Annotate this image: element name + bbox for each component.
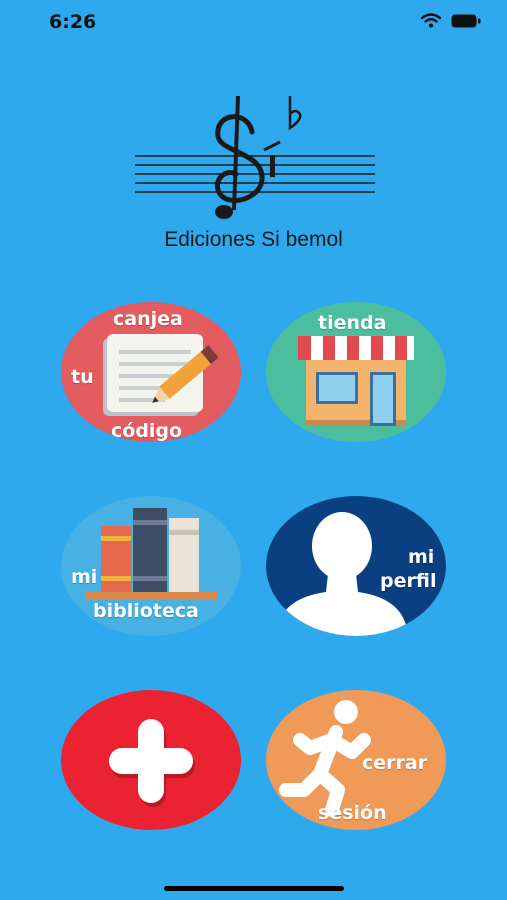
- logout-label-line1: cerrar: [362, 752, 428, 774]
- redeem-label-line3: código: [111, 420, 183, 442]
- redeem-code-button[interactable]: canjea tu código: [61, 302, 241, 442]
- redeem-label-line2: tu: [71, 366, 94, 388]
- profile-label-line2: perfil: [380, 570, 437, 592]
- status-icons: [420, 13, 481, 33]
- status-bar: 6:26: [0, 0, 507, 44]
- logout-label-line2: sesión: [318, 802, 387, 824]
- plus-icon: [61, 690, 241, 830]
- profile-label-line1: mi: [408, 546, 435, 568]
- logout-button[interactable]: cerrar sesión: [266, 690, 446, 830]
- wifi-icon: [420, 13, 442, 33]
- library-label-line2: biblioteca: [93, 600, 199, 622]
- store-button[interactable]: tienda: [266, 302, 446, 442]
- battery-icon: [451, 14, 481, 33]
- redeem-label-line1: canjea: [113, 308, 183, 330]
- store-label: tienda: [318, 312, 387, 334]
- profile-button[interactable]: mi perfil: [266, 496, 446, 636]
- status-time: 6:26: [49, 11, 97, 33]
- library-label-line1: mi: [71, 566, 98, 588]
- home-indicator[interactable]: [164, 886, 344, 891]
- library-button[interactable]: mi biblioteca: [61, 496, 241, 636]
- brand-name: Ediciones Si bemol: [164, 228, 343, 251]
- add-button[interactable]: [61, 690, 241, 830]
